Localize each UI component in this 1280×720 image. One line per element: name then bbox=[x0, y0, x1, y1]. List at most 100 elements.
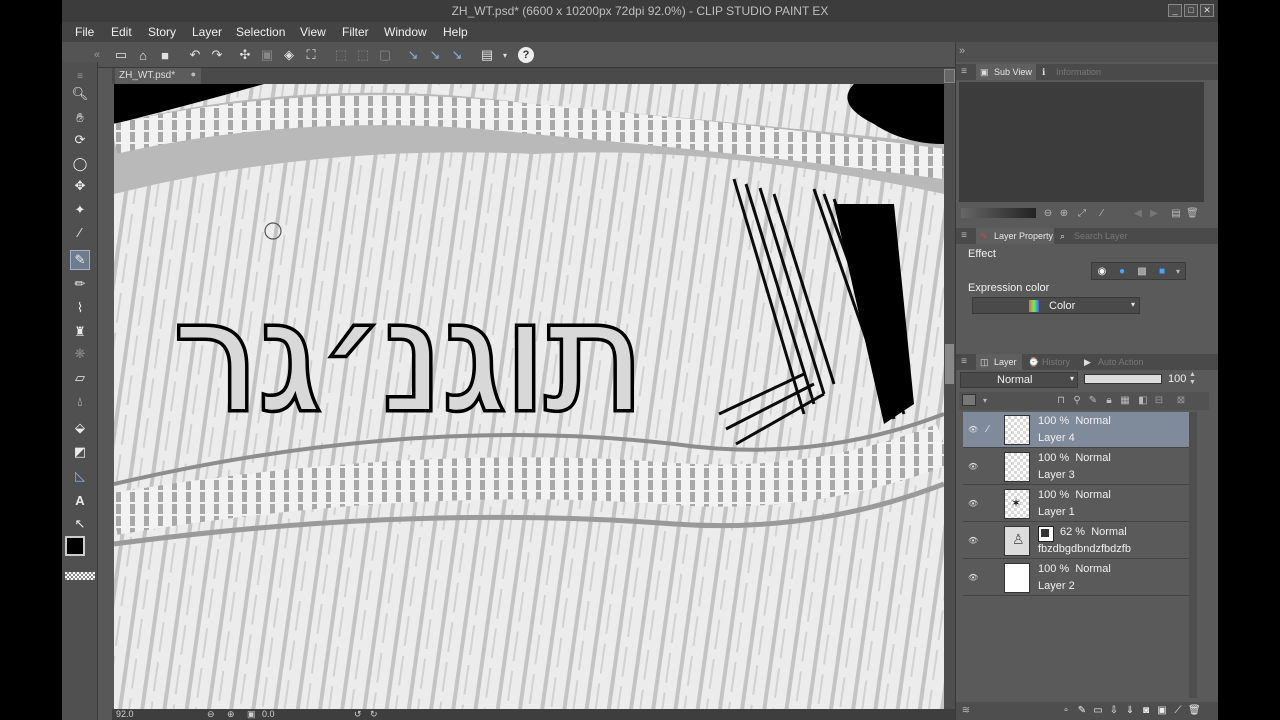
layer-mask-icon[interactable]: ◙ bbox=[1140, 705, 1152, 717]
chevron-down-icon[interactable]: ▾ bbox=[496, 46, 514, 64]
maximize-button[interactable]: □ bbox=[1184, 4, 1198, 17]
tone-icon[interactable]: ▩ bbox=[1136, 266, 1148, 278]
menu-help[interactable]: Help bbox=[443, 25, 468, 39]
layer-name[interactable]: fbzdbgdbndzfbdzfb bbox=[1038, 543, 1131, 555]
panel-menu-icon[interactable]: ≡ bbox=[958, 66, 970, 78]
snap-grid-icon[interactable]: ↘ bbox=[448, 46, 466, 64]
mask-enable-icon[interactable]: ◧ bbox=[1137, 395, 1149, 407]
layer-row[interactable]: 👁︎ 100 % Normal Layer 3 bbox=[963, 449, 1191, 485]
layer-color-icon[interactable]: ■ bbox=[1156, 266, 1168, 278]
zoom-in-icon[interactable]: ⊕ bbox=[227, 709, 235, 720]
opacity-stepper-icon[interactable]: ▲ ▼ bbox=[1189, 371, 1196, 387]
eraser-icon[interactable]: ▱ bbox=[70, 368, 90, 388]
undo-icon[interactable]: ↶ bbox=[186, 46, 204, 64]
menu-layer[interactable]: Layer bbox=[192, 25, 222, 39]
layer-color-swatch[interactable] bbox=[962, 394, 976, 406]
lasso-icon[interactable]: ◯ bbox=[70, 154, 90, 174]
menu-view[interactable]: View bbox=[300, 25, 326, 39]
snap-special-ruler-icon[interactable]: ↘ bbox=[426, 46, 444, 64]
subview-eyedropper-icon[interactable]: ⁄ bbox=[1096, 208, 1108, 220]
layer-panel-menu-icon[interactable]: ≡ bbox=[958, 356, 970, 368]
draft-layer-icon[interactable]: ✎ bbox=[1087, 395, 1099, 407]
pen-icon[interactable]: ✎ bbox=[70, 250, 90, 270]
canvas-vertical-scrollbar[interactable] bbox=[944, 84, 955, 709]
tab-layer-property[interactable]: ✎ Layer Property bbox=[976, 228, 1054, 244]
subview-zoom-in-icon[interactable]: ⊕ bbox=[1058, 208, 1070, 220]
tab-search-layer[interactable]: ⌕ Search Layer bbox=[1056, 228, 1134, 244]
visibility-eye-icon[interactable]: 👁︎ bbox=[968, 462, 978, 472]
visibility-eye-icon[interactable]: 👁︎ bbox=[968, 499, 978, 509]
ruler-range-icon[interactable]: ⊠ bbox=[1175, 395, 1187, 407]
transform-icon[interactable]: ⛶ bbox=[302, 46, 320, 64]
rotate-left-icon[interactable]: ↺ bbox=[354, 709, 362, 720]
subview-fit-icon[interactable]: ⤢ bbox=[1076, 208, 1088, 220]
canvas-scroll-thumb[interactable] bbox=[945, 344, 954, 384]
zoom-icon[interactable]: 🔍︎ bbox=[70, 84, 90, 104]
airbrush-icon[interactable]: ♜ bbox=[70, 322, 90, 342]
clip-studio-icon[interactable]: ▤ bbox=[478, 46, 496, 64]
subview-zoom-slider[interactable] bbox=[961, 208, 1036, 218]
ruler-create-icon[interactable]: ⟋ bbox=[1172, 705, 1184, 717]
subview-delete-icon[interactable]: 🗑︎ bbox=[1186, 208, 1199, 220]
new-file-icon[interactable]: ▭ bbox=[112, 46, 130, 64]
redo-icon[interactable]: ↷ bbox=[208, 46, 226, 64]
layer-panel-options-icon[interactable]: ≋ bbox=[960, 705, 972, 717]
opacity-value[interactable]: 100 bbox=[1168, 373, 1186, 385]
menu-story[interactable]: Story bbox=[148, 25, 176, 39]
ruler-show-icon[interactable]: ⊟ bbox=[1153, 395, 1165, 407]
menu-selection[interactable]: Selection bbox=[236, 25, 285, 39]
open-file-icon[interactable]: ⌂ bbox=[134, 46, 152, 64]
auto-select-icon[interactable]: ✦ bbox=[70, 200, 90, 220]
move-layer-icon[interactable]: ✥ bbox=[70, 176, 90, 196]
new-vector-layer-icon[interactable]: ✎ bbox=[1076, 705, 1088, 717]
menu-edit[interactable]: Edit bbox=[111, 25, 132, 39]
blend-mode-select[interactable]: Normal ▾ bbox=[960, 372, 1078, 388]
figure-icon[interactable]: ◺ bbox=[70, 466, 90, 486]
subview-prev-icon[interactable]: ◀ bbox=[1132, 208, 1144, 220]
subview-import-icon[interactable]: ▤ bbox=[1170, 208, 1182, 220]
angle-readout[interactable]: 0.0 bbox=[262, 709, 275, 719]
tab-information[interactable]: ℹ Information bbox=[1038, 64, 1108, 80]
rotate-right-icon[interactable]: ↻ bbox=[370, 709, 378, 720]
close-button[interactable]: ✕ bbox=[1200, 4, 1214, 17]
effect-chevron-icon[interactable]: ▾ bbox=[1172, 266, 1184, 278]
layer-name[interactable]: Layer 2 bbox=[1038, 580, 1075, 592]
clear-icon[interactable]: ✣ bbox=[236, 46, 254, 64]
layer-name[interactable]: Layer 4 bbox=[1038, 432, 1075, 444]
deselect-icon[interactable]: ⬚ bbox=[332, 46, 350, 64]
menu-file[interactable]: File bbox=[75, 25, 94, 39]
new-raster-layer-icon[interactable]: ▫ bbox=[1060, 705, 1072, 717]
show-selection-icon[interactable]: ▢ bbox=[376, 46, 394, 64]
reference-layer-icon[interactable]: ⚲ bbox=[1071, 395, 1083, 407]
hand-icon[interactable]: ✋︎ bbox=[70, 108, 90, 128]
layer-list-scrollbar[interactable] bbox=[1189, 412, 1197, 698]
brush-icon[interactable]: ⌇ bbox=[70, 298, 90, 318]
delete-layer-icon[interactable]: 🗑︎ bbox=[1188, 705, 1201, 717]
rotate-icon[interactable]: ⟳ bbox=[70, 130, 90, 150]
apply-mask-icon[interactable]: ▣ bbox=[1156, 705, 1168, 717]
layer-property-menu-icon[interactable]: ≡ bbox=[958, 230, 970, 242]
visibility-eye-icon[interactable]: 👁︎ bbox=[968, 573, 978, 583]
operation-icon[interactable]: ↖ bbox=[70, 514, 90, 534]
lock-icon[interactable]: 🔒︎ bbox=[1103, 395, 1115, 407]
menu-filter[interactable]: Filter bbox=[342, 25, 369, 39]
tab-scroll-icon[interactable] bbox=[944, 69, 955, 83]
new-folder-icon[interactable]: ▭ bbox=[1092, 705, 1104, 717]
decoration-icon[interactable]: ❋ bbox=[70, 344, 90, 364]
layer-name[interactable]: Layer 3 bbox=[1038, 469, 1075, 481]
sub-view-area[interactable] bbox=[959, 82, 1204, 202]
canvas[interactable]: תוגנ׳גר bbox=[114, 84, 944, 709]
subview-next-icon[interactable]: ▶ bbox=[1148, 208, 1160, 220]
expression-color-select[interactable]: Color ▾ bbox=[972, 297, 1140, 314]
zoom-out-icon[interactable]: ⊖ bbox=[207, 709, 215, 720]
text-icon[interactable]: A bbox=[70, 490, 90, 510]
save-icon[interactable]: ■ bbox=[156, 46, 174, 64]
watercolor-edge-icon[interactable]: ● bbox=[1116, 266, 1128, 278]
visibility-eye-icon[interactable]: 👁︎ bbox=[968, 425, 978, 435]
layer-row[interactable]: 👁︎ ♙ 62 % Normal fbzdbgdbndzfbdzfb bbox=[963, 523, 1191, 559]
visibility-eye-icon[interactable]: 👁︎ bbox=[968, 536, 978, 546]
menu-window[interactable]: Window bbox=[384, 25, 427, 39]
subview-zoom-out-icon[interactable]: ⊖ bbox=[1042, 208, 1054, 220]
eyedropper-icon[interactable]: ⁄ bbox=[70, 222, 90, 242]
layer-name[interactable]: Layer 1 bbox=[1038, 506, 1075, 518]
